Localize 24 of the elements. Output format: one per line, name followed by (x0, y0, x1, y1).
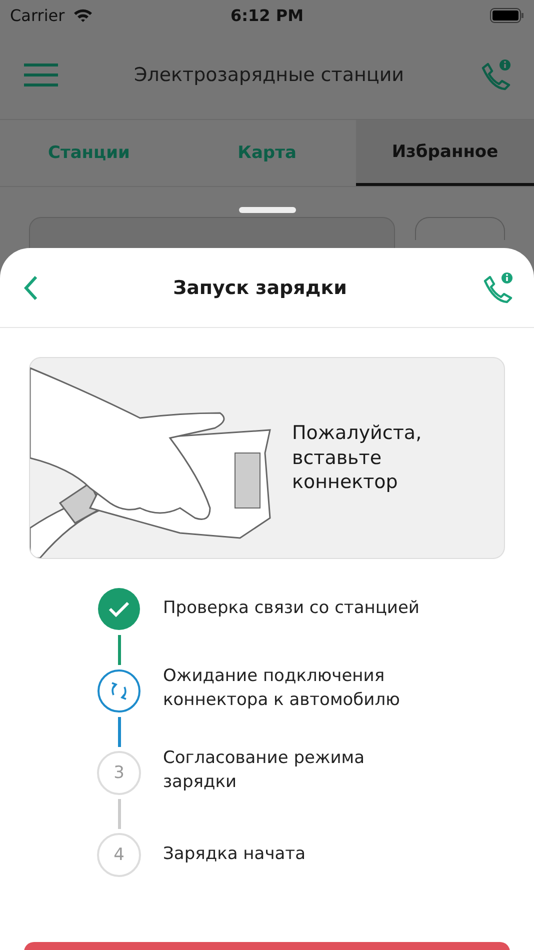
carrier-name: Carrier (10, 6, 65, 24)
phone-info-icon[interactable] (482, 272, 514, 304)
phone-info-icon[interactable] (480, 58, 512, 90)
step-label: Ожидание подключения коннектора к автомобилю (163, 665, 401, 712)
refresh-circle-icon (97, 669, 141, 713)
check-circle-icon (97, 587, 141, 631)
step-number: 3 (97, 751, 141, 795)
tab[interactable]: Избранное (356, 120, 534, 186)
sheet-handle[interactable] (239, 207, 296, 213)
filter-button[interactable] (415, 217, 505, 240)
step-label: Проверка связи со станцией (163, 597, 420, 620)
battery-icon (490, 8, 524, 22)
wifi-icon (72, 8, 93, 22)
sheet-title: Запуск зарядки (173, 276, 347, 298)
clock-time: 6:12 PM (230, 6, 304, 24)
menu-icon[interactable] (24, 62, 58, 86)
step-number: 4 (97, 833, 141, 877)
instruction-text: Пожалуйста, вставьте коннектор (292, 420, 423, 496)
tab[interactable]: Карта (178, 120, 356, 186)
back-icon[interactable] (24, 274, 38, 300)
tab[interactable]: Станции (0, 120, 178, 186)
screen-title: Электрозарядные станции (134, 64, 404, 86)
step-label: Зарядка начата (163, 843, 306, 866)
step-label: Согласование режима зарядки (163, 747, 366, 794)
